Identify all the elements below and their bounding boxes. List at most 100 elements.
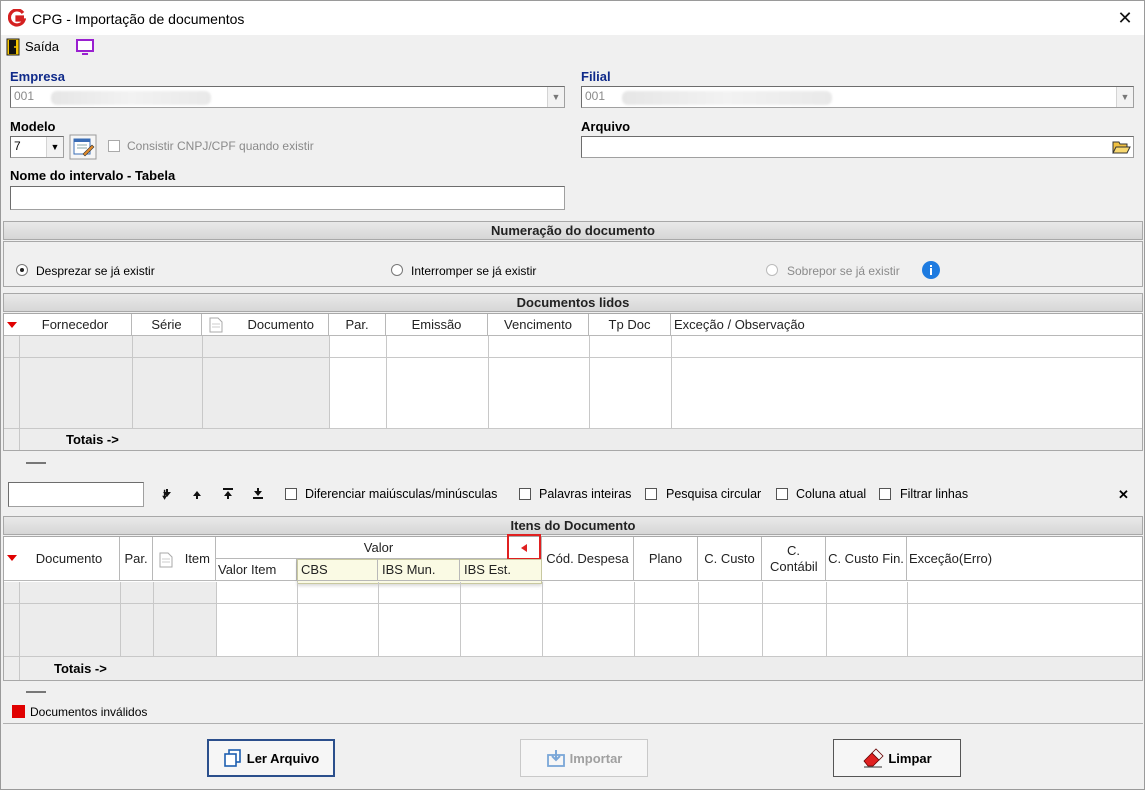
- exit-door-icon[interactable]: [6, 38, 20, 56]
- copy-icon: [223, 749, 241, 767]
- whole-words-label: Palavras inteiras: [539, 487, 632, 501]
- close-window-button[interactable]: ✕: [1109, 4, 1141, 32]
- row-indicator-icon: [6, 555, 17, 561]
- row-indicator-icon: [6, 322, 17, 328]
- frozen-area: [4, 336, 329, 429]
- last-icon[interactable]: [252, 487, 264, 500]
- circular-search-checkbox[interactable]: [645, 488, 657, 500]
- intervalo-label: Nome do intervalo - Tabela: [10, 168, 176, 183]
- empresa-value: 001: [14, 89, 35, 103]
- collapse-arrow-icon[interactable]: [519, 543, 529, 553]
- modelo-combo[interactable]: 7 ▼: [10, 136, 64, 158]
- importar-button[interactable]: Importar: [520, 739, 648, 777]
- col-c-custo[interactable]: C. Custo: [698, 537, 762, 581]
- documentos-grid[interactable]: Fornecedor Série Documento Par. Emissão …: [3, 313, 1143, 451]
- documentos-totals: Totais ->: [66, 432, 119, 447]
- eraser-icon: [863, 748, 884, 768]
- search-input[interactable]: [8, 482, 144, 507]
- chevron-down-icon[interactable]: ▼: [547, 87, 564, 107]
- modelo-label: Modelo: [10, 119, 56, 134]
- col-vencimento[interactable]: Vencimento: [488, 314, 589, 336]
- invalid-legend-label: Documentos inválidos: [30, 705, 148, 719]
- app-logo-icon: [8, 9, 26, 27]
- col-serie[interactable]: Série: [132, 314, 202, 336]
- window-title: CPG - Importação de documentos: [32, 11, 245, 27]
- totals-row: [4, 657, 1142, 680]
- previous-icon[interactable]: [191, 488, 203, 500]
- col-item-documento[interactable]: Documento: [19, 537, 120, 581]
- consistir-checkbox[interactable]: [108, 140, 120, 152]
- limpar-label: Limpar: [888, 750, 932, 766]
- main-window: CPG - Importação de documentos ✕ Saída E…: [0, 0, 1145, 790]
- grid-indicator: [4, 314, 19, 336]
- radio-sobrepor[interactable]: [766, 264, 778, 276]
- grid-indicator: [4, 537, 19, 581]
- chevron-down-icon[interactable]: ▼: [1116, 87, 1133, 107]
- col-valor-item[interactable]: Valor Item: [216, 559, 297, 581]
- intervalo-field[interactable]: [10, 186, 565, 210]
- ler-arquivo-label: Ler Arquivo: [246, 750, 320, 766]
- col-c-contabil[interactable]: C. Contábil: [762, 537, 826, 581]
- itens-grid[interactable]: Documento Par. Item Valor Valor Item CBS…: [3, 534, 1143, 681]
- modelo-value: 7: [14, 139, 21, 153]
- case-sensitive-checkbox[interactable]: [285, 488, 297, 500]
- col-ibs-est[interactable]: IBS Est.: [460, 559, 542, 581]
- col-ibs-mun[interactable]: IBS Mun.: [378, 559, 460, 581]
- exit-button[interactable]: Saída: [25, 39, 59, 54]
- radio-desprezar-label: Desprezar se já existir: [36, 264, 155, 278]
- col-excecao-erro[interactable]: Exceção(Erro): [907, 537, 1142, 581]
- toolbar: Saída: [1, 35, 1144, 59]
- col-plano[interactable]: Plano: [634, 537, 698, 581]
- document-icon: [159, 552, 173, 568]
- limpar-button[interactable]: Limpar: [833, 739, 961, 777]
- col-valor-group[interactable]: Valor: [216, 537, 542, 559]
- whole-words-checkbox[interactable]: [519, 488, 531, 500]
- current-column-checkbox[interactable]: [776, 488, 788, 500]
- col-cod-despesa[interactable]: Cód. Despesa: [542, 537, 634, 581]
- col-item-par[interactable]: Par.: [120, 537, 153, 581]
- document-icon: [209, 317, 223, 333]
- radio-interromper[interactable]: [391, 264, 403, 276]
- splitter-handle[interactable]: [26, 462, 46, 464]
- col-cbs[interactable]: CBS: [297, 559, 378, 581]
- info-icon[interactable]: [921, 260, 941, 280]
- arquivo-field[interactable]: [581, 136, 1134, 158]
- col-fornecedor[interactable]: Fornecedor: [19, 314, 132, 336]
- current-column-label: Coluna atual: [796, 487, 867, 501]
- totals-row: [4, 429, 1142, 450]
- first-icon[interactable]: [222, 487, 234, 500]
- frozen-area: [4, 582, 216, 657]
- filial-combo[interactable]: 001 ▼: [581, 86, 1134, 108]
- documentos-header: Documentos lidos: [3, 293, 1143, 312]
- circular-search-label: Pesquisa circular: [666, 487, 762, 501]
- col-par[interactable]: Par.: [329, 314, 386, 336]
- next-icon[interactable]: [161, 488, 173, 500]
- close-search-icon[interactable]: ✕: [1118, 487, 1129, 503]
- case-sensitive-label: Diferenciar maiúsculas/minúsculas: [305, 487, 498, 501]
- itens-header: Itens do Documento: [3, 516, 1143, 535]
- itens-totals: Totais ->: [54, 661, 107, 676]
- empresa-combo[interactable]: 001 ▼: [10, 86, 565, 108]
- title-bar: CPG - Importação de documentos ✕: [1, 1, 1144, 35]
- arquivo-label: Arquivo: [581, 119, 631, 134]
- open-folder-icon[interactable]: [1111, 138, 1131, 156]
- col-excecao[interactable]: Exceção / Observação: [671, 314, 1142, 336]
- col-tpdoc[interactable]: Tp Doc: [589, 314, 671, 336]
- monitor-icon[interactable]: [75, 38, 95, 56]
- importar-label: Importar: [569, 750, 623, 766]
- radio-sobrepor-label: Sobrepor se já existir: [787, 264, 900, 278]
- radio-desprezar[interactable]: [16, 264, 28, 276]
- filter-lines-checkbox[interactable]: [879, 488, 891, 500]
- import-icon: [546, 750, 565, 767]
- chevron-down-icon[interactable]: ▼: [46, 137, 63, 157]
- filter-lines-label: Filtrar linhas: [900, 487, 969, 501]
- empresa-label: Empresa: [10, 69, 65, 84]
- ler-arquivo-button[interactable]: Ler Arquivo: [207, 739, 335, 777]
- filial-label: Filial: [581, 69, 611, 84]
- splitter-handle[interactable]: [26, 691, 46, 693]
- invalid-legend-swatch: [12, 705, 25, 718]
- filial-value: 001: [585, 89, 606, 103]
- edit-model-icon[interactable]: [69, 134, 97, 160]
- col-emissao[interactable]: Emissão: [386, 314, 488, 336]
- col-c-custo-fin[interactable]: C. Custo Fin.: [826, 537, 907, 581]
